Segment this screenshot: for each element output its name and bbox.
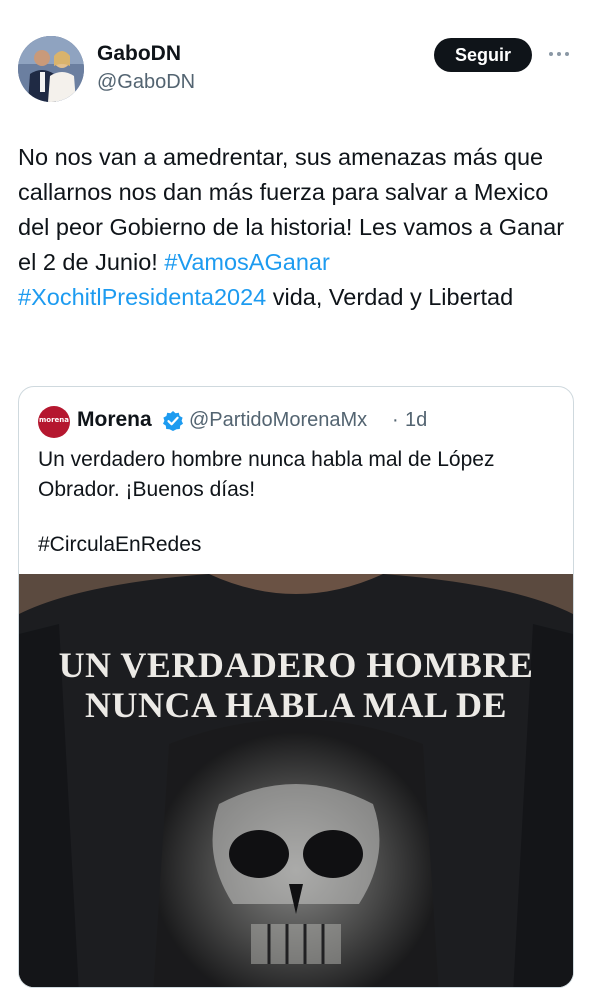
author-avatar[interactable] [18,36,84,102]
quoted-tweet-text: Un verdadero hombre nunca habla mal de L… [38,448,495,501]
more-horizontal-icon[interactable] [546,44,572,64]
follow-button[interactable]: Seguir [434,38,532,72]
tweet-text: No nos van a amedrentar, sus amenazas má… [18,140,578,315]
author-display-name[interactable]: GaboDN [97,42,181,66]
quoted-tweet-card[interactable]: morena Morena @PartidoMorenaMx · 1d Un v… [18,386,574,988]
meta-separator: · [392,409,399,431]
verified-badge-icon [163,411,183,431]
quoted-hashtag: #CirculaEnRedes [38,533,202,556]
tweet-text-part2: vida, Verdad y Libertad [266,284,514,310]
quoted-timestamp[interactable]: 1d [405,409,427,432]
hashtag-link[interactable]: #XochitlPresidenta2024 [18,284,266,310]
tshirt-photo [19,574,573,987]
quoted-author-avatar[interactable]: morena [38,406,70,438]
tweet-header: GaboDN @GaboDN Seguir [0,0,591,110]
quoted-author-name[interactable]: Morena [77,408,152,432]
quoted-media-image[interactable]: UN VERDADERO HOMBRE NUNCA HABLA MAL DE [19,574,573,987]
avatar-photo [18,36,84,102]
shirt-text-line1: UN VERDADERO HOMBRE [58,645,534,685]
shirt-text-line2: NUNCA HABLA MAL DE [84,685,508,725]
hashtag-link[interactable]: #VamosAGanar [164,249,329,275]
quoted-author-handle[interactable]: @PartidoMorenaMx [189,409,367,432]
author-handle[interactable]: @GaboDN [97,71,195,94]
morena-logo-text: morena [38,416,69,424]
